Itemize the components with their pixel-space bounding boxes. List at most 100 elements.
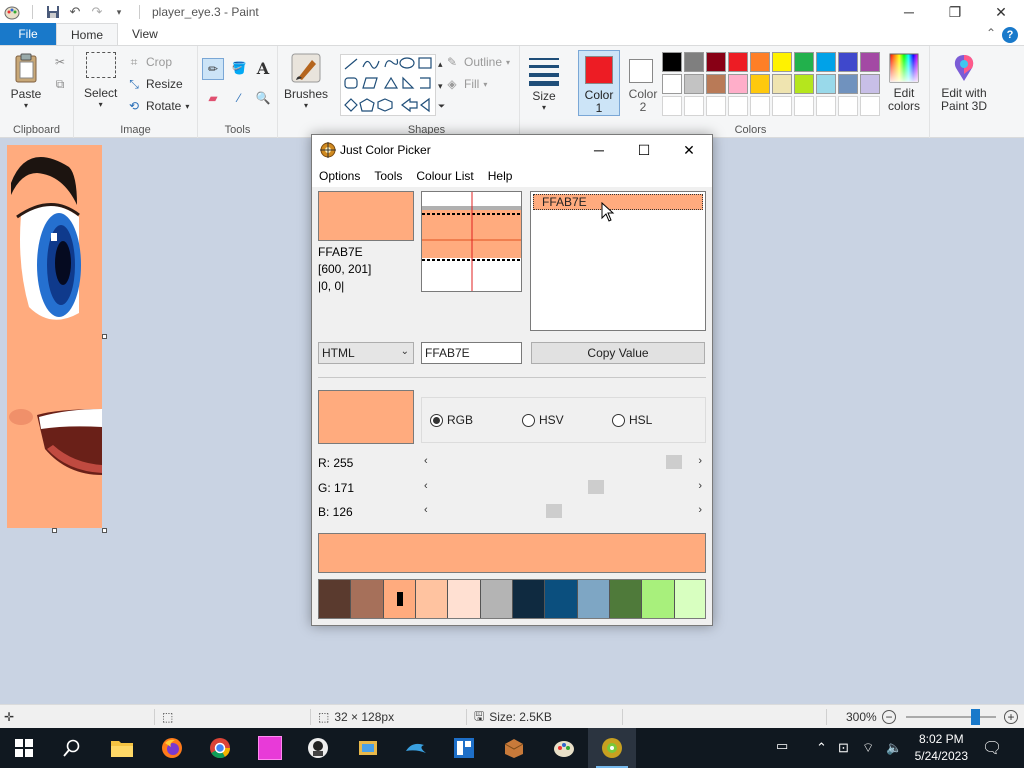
show-hidden-icons-icon[interactable]: ⌃ [816, 740, 827, 756]
clock[interactable]: 8:02 PM 5/24/2023 [915, 731, 968, 765]
select-button[interactable]: Select ▾ [84, 52, 117, 109]
color-picker-tool-icon[interactable]: ⁄ [228, 88, 250, 108]
drawing-canvas[interactable] [7, 145, 102, 528]
shapes-gallery[interactable] [340, 54, 436, 116]
green-slider[interactable]: ‹ › [424, 480, 702, 494]
history-swatch[interactable] [351, 580, 384, 618]
resize-handle-right[interactable] [102, 334, 107, 339]
radio-hsl[interactable]: HSL [612, 413, 652, 427]
palette-swatch[interactable] [684, 74, 704, 94]
history-swatch[interactable] [545, 580, 578, 618]
just-color-picker-taskbar-icon[interactable] [588, 728, 636, 768]
palette-empty-slot[interactable] [838, 96, 858, 116]
menu-options[interactable]: Options [312, 169, 367, 183]
collapse-ribbon-icon[interactable]: ⌃ [986, 26, 996, 40]
blue-slider-thumb[interactable] [545, 504, 562, 518]
copy-icon[interactable]: ⧉ [52, 74, 68, 94]
palette-swatch[interactable] [706, 74, 726, 94]
shapes-expand-icon[interactable]: ⏷ [438, 96, 445, 116]
shapes-scroll-up-icon[interactable]: ▴ [438, 54, 443, 74]
edit-colors-button[interactable]: Edit colors [882, 52, 926, 113]
color2-button[interactable]: Color 2 [622, 50, 664, 116]
palette-swatch[interactable] [794, 52, 814, 72]
palette-empty-slot[interactable] [772, 96, 792, 116]
undo-icon[interactable]: ↶ [67, 4, 83, 20]
history-swatch[interactable] [448, 580, 481, 618]
maximize-icon[interactable]: ☐ [621, 135, 667, 165]
history-swatch[interactable] [416, 580, 449, 618]
editor-app-icon[interactable] [440, 728, 488, 768]
game-app-icon[interactable] [294, 728, 342, 768]
zoom-slider[interactable] [906, 709, 996, 725]
taskbar-manager-icon[interactable]: ▭ [776, 738, 788, 754]
palette-swatch[interactable] [838, 52, 858, 72]
slider-right-icon[interactable]: › [698, 480, 702, 492]
palette-swatch[interactable] [838, 74, 858, 94]
resize-button[interactable]: ⤡ Resize [126, 74, 183, 94]
palette-empty-slot[interactable] [684, 96, 704, 116]
palette-swatch[interactable] [750, 74, 770, 94]
green-slider-thumb[interactable] [587, 480, 604, 494]
red-slider[interactable]: ‹ › [424, 455, 702, 469]
history-swatch[interactable] [674, 580, 705, 618]
history-swatch[interactable] [642, 580, 675, 618]
search-icon[interactable] [48, 728, 96, 768]
radio-hsv[interactable]: HSV [522, 413, 564, 427]
customize-toolbar-icon[interactable]: ▾ [111, 4, 127, 20]
palette-swatch[interactable] [794, 74, 814, 94]
package-app-icon[interactable] [490, 728, 538, 768]
palette-swatch[interactable] [860, 52, 880, 72]
colour-list-item[interactable]: FFAB7E [533, 194, 703, 210]
tab-home[interactable]: Home [56, 23, 119, 45]
copy-value-button[interactable]: Copy Value [531, 342, 705, 364]
tab-view[interactable]: View [118, 23, 172, 45]
edit-with-paint3d-button[interactable]: Edit with Paint 3D [936, 52, 992, 113]
resize-handle-corner[interactable] [102, 528, 107, 533]
crop-button[interactable]: ⌗ Crop [126, 52, 172, 72]
palette-swatch[interactable] [750, 52, 770, 72]
zoom-slider-thumb[interactable] [970, 709, 980, 725]
paste-button[interactable]: Paste ▾ [10, 52, 42, 110]
palette-empty-slot[interactable] [706, 96, 726, 116]
firefox-icon[interactable] [148, 728, 196, 768]
minimize-icon[interactable]: ─ [886, 0, 932, 24]
palette-empty-slot[interactable] [860, 96, 880, 116]
palette-swatch[interactable] [684, 52, 704, 72]
color1-button[interactable]: Color 1 [578, 50, 620, 116]
history-swatch[interactable] [383, 580, 416, 618]
tab-file[interactable]: File [0, 23, 56, 45]
history-swatch[interactable] [480, 580, 513, 618]
palette-swatch[interactable] [662, 74, 682, 94]
network-icon[interactable]: ⊡ [838, 740, 849, 756]
close-icon[interactable]: ✕ [666, 135, 712, 165]
save-icon[interactable] [45, 4, 61, 20]
red-slider-thumb[interactable] [666, 455, 682, 469]
slider-left-icon[interactable]: ‹ [424, 455, 428, 467]
size-button[interactable]: Size ▾ [528, 54, 560, 112]
palette-empty-slot[interactable] [816, 96, 836, 116]
menu-help[interactable]: Help [481, 169, 520, 183]
history-swatch[interactable] [610, 580, 643, 618]
fill-button[interactable]: ◈ Fill ▾ [444, 74, 487, 94]
shapes-scroll-down-icon[interactable]: ▾ [438, 76, 443, 96]
history-swatch[interactable] [319, 580, 352, 618]
palette-empty-slot[interactable] [728, 96, 748, 116]
zoom-in-icon[interactable]: + [1004, 705, 1018, 729]
color-value-field[interactable]: FFAB7E [421, 342, 522, 364]
palette-empty-slot[interactable] [750, 96, 770, 116]
history-swatch[interactable] [577, 580, 610, 618]
magnifier-tool-icon[interactable]: 🔍 [252, 88, 274, 108]
blue-slider[interactable]: ‹ › [424, 504, 702, 518]
cut-icon[interactable]: ✂ [52, 52, 68, 72]
palette-swatch[interactable] [728, 74, 748, 94]
volume-muted-icon[interactable]: 🔈 [886, 740, 902, 756]
history-swatch[interactable] [513, 580, 546, 618]
palette-swatch[interactable] [772, 74, 792, 94]
palette-swatch[interactable] [816, 74, 836, 94]
chrome-icon[interactable] [196, 728, 244, 768]
zoom-out-icon[interactable]: − [882, 705, 896, 729]
palette-empty-slot[interactable] [662, 96, 682, 116]
start-button[interactable] [0, 728, 48, 768]
slider-left-icon[interactable]: ‹ [424, 504, 428, 516]
outline-button[interactable]: ✎ Outline ▾ [444, 52, 510, 72]
